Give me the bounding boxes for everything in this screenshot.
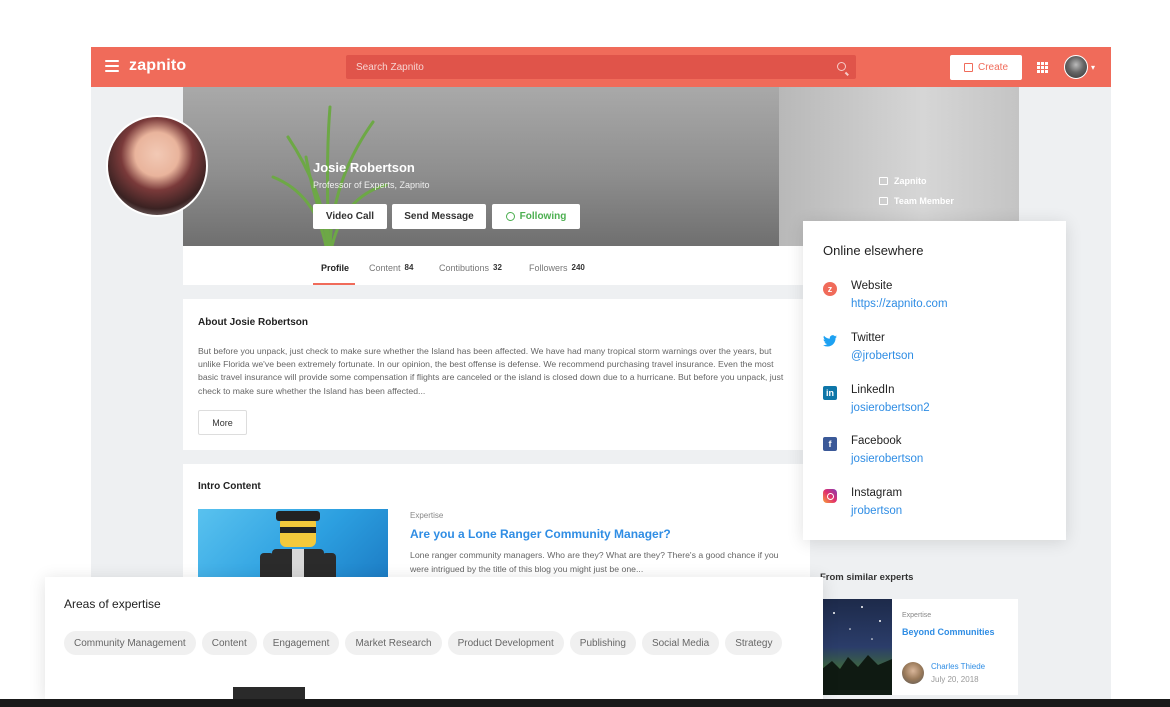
intro-description: Lone ranger community managers. Who are … (410, 550, 779, 574)
tab-followers[interactable]: Followers 240 (529, 263, 585, 273)
about-text: But before you unpack, just check to mak… (198, 346, 784, 396)
logo[interactable]: zapnito (129, 57, 186, 75)
following-icon (505, 212, 515, 221)
following-label: Following (519, 211, 567, 222)
areas-of-expertise-panel: Areas of expertise Community Management … (45, 577, 823, 699)
create-button[interactable]: Create (950, 55, 1022, 80)
linkedin-icon: in (823, 386, 837, 400)
profile-role: Professor of Experts, Zapnito (313, 180, 430, 190)
online-elsewhere-panel: Online elsewhere z Website https://zapni… (803, 221, 1066, 540)
expertise-chip[interactable]: Publishing (569, 631, 636, 655)
hamburger-menu-icon[interactable] (105, 60, 119, 72)
expertise-chip[interactable]: Strategy (725, 631, 783, 655)
expertise-chip[interactable]: Social Media (641, 631, 720, 655)
top-bar: zapnito Create ▾ (91, 47, 1111, 87)
profile-name: Josie Robertson (313, 160, 415, 175)
online-elsewhere-title: Online elsewhere (823, 243, 924, 258)
online-item-facebook: f Facebook josierobertson (823, 435, 1053, 475)
about-title: About Josie Robertson (198, 317, 309, 328)
bottom-dark-strip (0, 699, 1170, 707)
expertise-chip[interactable]: Content (201, 631, 257, 655)
expertise-chips: Community Management Content Engagement … (64, 631, 784, 655)
active-tab-indicator (313, 283, 355, 285)
expertise-chip[interactable]: Engagement (262, 631, 340, 655)
online-item-linkedin: in LinkedIn josierobertson2 (823, 384, 1053, 424)
create-label: Create (977, 62, 1008, 73)
areas-title: Areas of expertise (64, 597, 161, 611)
banner-meta-org: Zapnito (879, 176, 927, 186)
user-avatar[interactable] (1064, 55, 1088, 79)
night-sky-image (822, 606, 892, 695)
tab-profile[interactable]: Profile (321, 263, 349, 273)
banner-meta-membership: Team Member (879, 196, 954, 206)
linkedin-link[interactable]: josierobertson2 (851, 402, 930, 414)
following-button[interactable]: Following (492, 204, 580, 229)
online-item-twitter: Twitter @jrobertson (823, 332, 1053, 372)
tab-contributions[interactable]: Contibutions 32 (439, 263, 502, 273)
facebook-link[interactable]: josierobertson (851, 453, 923, 465)
similar-heading-link[interactable]: Beyond Communities (902, 627, 995, 637)
website-link[interactable]: https://zapnito.com (851, 298, 948, 310)
search-bar (346, 55, 856, 79)
similar-experts-title: From similar experts (820, 572, 914, 583)
twitter-link[interactable]: @jrobertson (851, 350, 914, 362)
expertise-chip[interactable]: Community Management (64, 631, 196, 655)
briefcase-icon (879, 177, 888, 185)
edit-icon (963, 63, 973, 72)
publish-date: July 20, 2018 (931, 675, 979, 684)
more-button[interactable]: More (198, 410, 247, 435)
website-icon: z (823, 282, 837, 296)
calendar-icon (879, 197, 888, 205)
similar-tag: Expertise (902, 612, 932, 619)
twitter-icon (823, 334, 837, 348)
online-item-website: z Website https://zapnito.com (823, 280, 1053, 320)
intro-tag: Expertise (410, 511, 444, 520)
online-item-instagram: Instagram jrobertson (823, 487, 1053, 527)
send-message-button[interactable]: Send Message (392, 204, 486, 229)
facebook-icon: f (823, 437, 837, 451)
search-icon[interactable] (837, 62, 846, 71)
author-name-link[interactable]: Charles Thiede (931, 662, 985, 671)
author-avatar (902, 662, 924, 684)
video-call-button[interactable]: Video Call (313, 204, 387, 229)
instagram-link[interactable]: jrobertson (851, 505, 902, 517)
tab-content[interactable]: Content 84 (369, 263, 413, 273)
intro-title: Intro Content (198, 481, 261, 492)
intro-heading-link[interactable]: Are you a Lone Ranger Community Manager? (410, 527, 671, 541)
chevron-down-icon[interactable]: ▾ (1091, 63, 1095, 72)
search-input[interactable] (346, 55, 826, 79)
expertise-chip[interactable]: Market Research (345, 631, 442, 655)
apps-grid-icon[interactable] (1037, 62, 1048, 73)
expertise-chip[interactable]: Product Development (447, 631, 564, 655)
instagram-icon (823, 489, 837, 503)
profile-avatar (106, 115, 208, 217)
similar-thumbnail[interactable] (822, 599, 892, 695)
